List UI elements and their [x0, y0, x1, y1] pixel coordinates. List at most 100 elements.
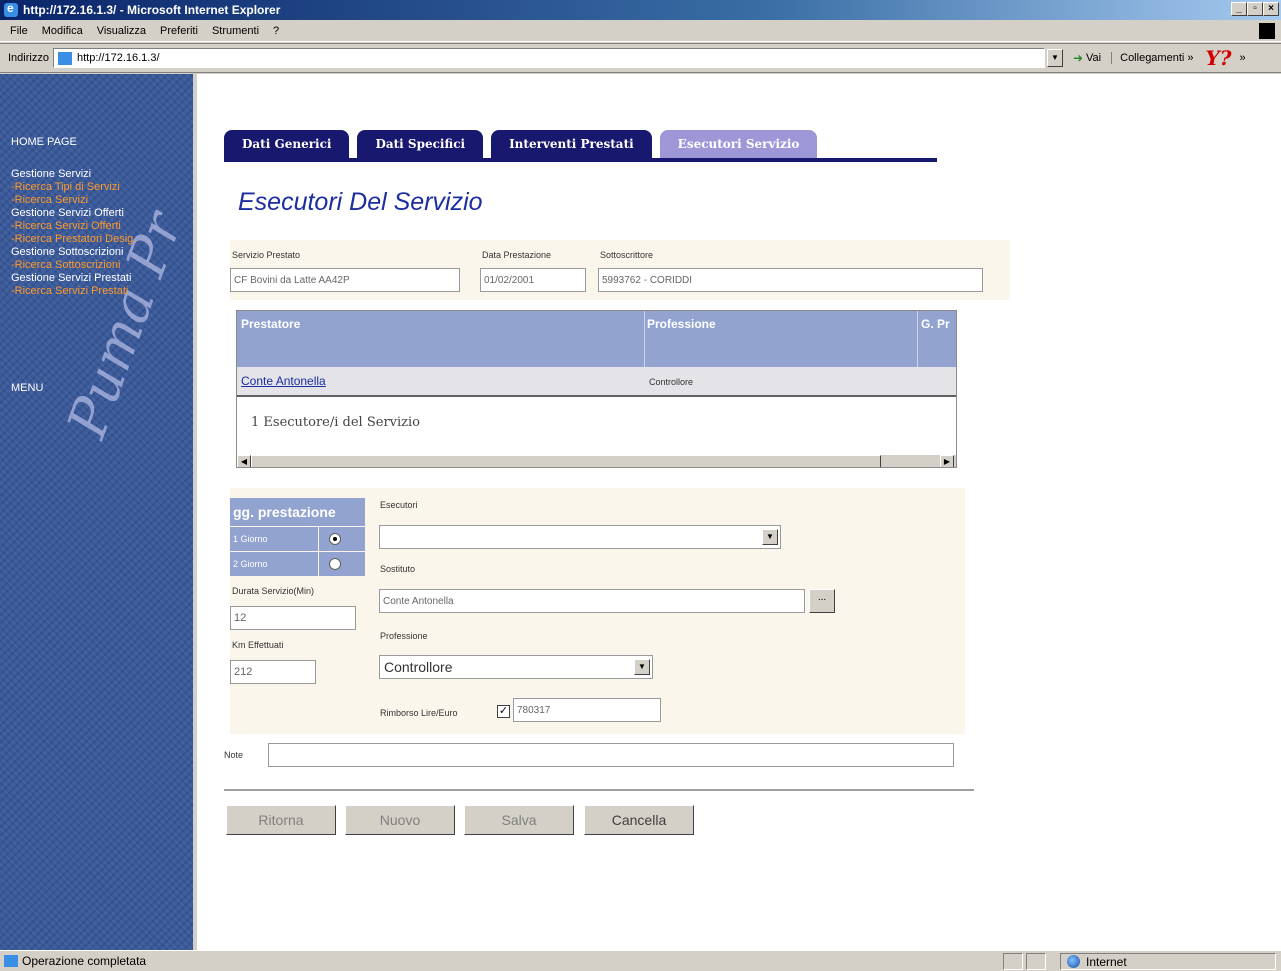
- security-zone: Internet: [1060, 953, 1276, 970]
- sidebar-nav: Gestione Servizi -Ricerca Tipi di Serviz…: [11, 168, 193, 298]
- sostituto-browse-button[interactable]: ...: [809, 589, 835, 613]
- address-url: http://172.16.1.3/: [76, 52, 160, 64]
- tab-interventi-prestati[interactable]: Interventi Prestati: [491, 130, 652, 158]
- status-text-area: Operazione completata: [4, 954, 146, 968]
- scroll-right-icon[interactable]: ▶: [940, 455, 954, 467]
- scroll-thumb[interactable]: [251, 455, 881, 467]
- esecutori-grid: Prestatore Professione G. Pr Conte Anton…: [236, 310, 957, 468]
- sottoscrittore-label: Sottoscrittore: [600, 250, 654, 260]
- page-done-icon: [4, 955, 18, 967]
- sidebar-item-ricerca-tipi-servizi[interactable]: -Ricerca Tipi di Servizi: [11, 181, 193, 194]
- tab-bar: Dati Generici Dati Specifici Interventi …: [224, 130, 825, 158]
- status-bar: Operazione completata Internet: [0, 950, 1281, 971]
- gg-radio-2-cell: [319, 552, 365, 576]
- address-label: Indirizzo: [8, 52, 49, 64]
- note-label: Note: [224, 750, 244, 760]
- tab-dati-specifici[interactable]: Dati Specifici: [357, 130, 484, 158]
- gg-option-2-cell: 2 Giorno: [230, 552, 318, 576]
- menu-preferiti[interactable]: Preferiti: [160, 25, 198, 37]
- esecutori-dropdown-icon[interactable]: ▼: [762, 529, 778, 545]
- ritorna-button[interactable]: Ritorna: [226, 805, 336, 835]
- gg-radio-1-cell: [319, 527, 365, 551]
- professione-label: Professione: [380, 631, 428, 641]
- menu-visualizza[interactable]: Visualizza: [97, 25, 146, 37]
- sidebar-item-ricerca-prestatori[interactable]: -Ricerca Prestatori Desig.: [11, 233, 193, 246]
- sottoscrittore-field[interactable]: 5993762 - CORIDDI: [598, 268, 983, 292]
- gg-option-2-label: 2 Giorno: [233, 559, 268, 569]
- km-label: Km Effettuati: [232, 640, 284, 650]
- title-bar: http://172.16.1.3/ - Microsoft Internet …: [0, 0, 1281, 20]
- minimize-button[interactable]: _: [1231, 2, 1247, 16]
- go-arrow-icon: ➜: [1072, 51, 1084, 65]
- salva-button[interactable]: Salva: [464, 805, 574, 835]
- content-area: Dati Generici Dati Specifici Interventi …: [197, 74, 1281, 950]
- yahoo-icon[interactable]: Y?: [1206, 46, 1232, 70]
- rimborso-field[interactable]: 780317: [513, 698, 661, 722]
- tab-esecutori-servizio[interactable]: Esecutori Servizio: [659, 130, 818, 158]
- gg-option-2-radio[interactable]: [329, 558, 341, 570]
- sidebar-item-gestione-sottoscrizioni[interactable]: Gestione Sottoscrizioni: [11, 246, 193, 259]
- maximize-button[interactable]: ▫: [1247, 2, 1263, 16]
- sidebar-item-gestione-servizi[interactable]: Gestione Servizi: [11, 168, 193, 181]
- rimborso-checkbox[interactable]: ✓: [497, 705, 510, 718]
- sidebar-item-gestione-servizi-offerti[interactable]: Gestione Servizi Offerti: [11, 207, 193, 220]
- column-divider: [917, 311, 918, 367]
- sidebar-item-ricerca-servizi-offerti[interactable]: -Ricerca Servizi Offerti: [11, 220, 193, 233]
- note-field[interactable]: [268, 743, 954, 767]
- column-professione[interactable]: Professione: [647, 317, 716, 331]
- close-button[interactable]: ×: [1263, 2, 1279, 16]
- address-input[interactable]: http://172.16.1.3/: [52, 48, 1045, 68]
- grid-header-filler: [237, 339, 956, 367]
- menu-file[interactable]: File: [10, 25, 28, 37]
- menu-modifica[interactable]: Modifica: [42, 25, 83, 37]
- globe-icon: [1067, 955, 1080, 968]
- servizio-field[interactable]: CF Bovini da Latte AA42P: [230, 268, 460, 292]
- divider: [224, 789, 974, 791]
- sidebar-item-ricerca-sottoscrizioni[interactable]: -Ricerca Sottoscrizioni: [11, 259, 193, 272]
- cancella-button[interactable]: Cancella: [584, 805, 694, 835]
- sidebar-item-gestione-servizi-prestati[interactable]: Gestione Servizi Prestati: [11, 272, 193, 285]
- zone-label: Internet: [1086, 954, 1127, 969]
- address-bar: Indirizzo http://172.16.1.3/ ▼ ➜ Vai Col…: [0, 43, 1281, 73]
- column-divider: [644, 311, 645, 367]
- gg-option-1-radio[interactable]: [329, 533, 341, 545]
- nuovo-button[interactable]: Nuovo: [345, 805, 455, 835]
- menu-strumenti[interactable]: Strumenti: [212, 25, 259, 37]
- browser-window: http://172.16.1.3/ - Microsoft Internet …: [0, 0, 1281, 971]
- column-prestatore[interactable]: Prestatore: [241, 317, 300, 331]
- links-button[interactable]: Collegamenti »: [1111, 52, 1194, 64]
- address-dropdown-icon[interactable]: ▼: [1046, 49, 1063, 67]
- menu-bar: File Modifica Visualizza Preferiti Strum…: [0, 20, 1281, 42]
- sostituto-field[interactable]: Conte Antonella: [379, 589, 805, 613]
- data-field[interactable]: 01/02/2001: [480, 268, 586, 292]
- tab-dati-generici[interactable]: Dati Generici: [224, 130, 350, 158]
- km-field[interactable]: 212: [230, 660, 316, 684]
- esecutori-select[interactable]: ▼: [379, 525, 781, 549]
- column-g-pr[interactable]: G. Pr: [921, 317, 950, 331]
- more-chevron-icon[interactable]: »: [1240, 52, 1246, 64]
- row-prestatore-link[interactable]: Conte Antonella: [241, 374, 326, 388]
- horizontal-scrollbar[interactable]: ◀ ▶: [237, 454, 956, 467]
- sidebar-menu-label[interactable]: MENU: [11, 382, 43, 394]
- grid-record-count: 1 Esecutore/i del Servizio: [251, 415, 420, 430]
- professione-dropdown-icon[interactable]: ▼: [634, 659, 650, 675]
- servizio-label: Servizio Prestato: [232, 250, 301, 260]
- sidebar-item-ricerca-servizi-prestati[interactable]: -Ricerca Servizi Prestati: [11, 285, 193, 298]
- go-button[interactable]: ➜ Vai: [1073, 51, 1101, 65]
- scroll-left-icon[interactable]: ◀: [237, 455, 251, 467]
- professione-select[interactable]: Controllore ▼: [379, 655, 653, 679]
- status-pane: [1003, 953, 1023, 970]
- data-label: Data Prestazione: [482, 250, 552, 260]
- sidebar-home-link[interactable]: HOME PAGE: [11, 136, 77, 148]
- page-title: Esecutori Del Servizio: [238, 188, 483, 216]
- table-row[interactable]: Conte Antonella Controllore: [237, 367, 956, 397]
- windows-logo-icon: [1259, 23, 1275, 39]
- window-title: http://172.16.1.3/ - Microsoft Internet …: [23, 3, 281, 17]
- sidebar-item-ricerca-servizi[interactable]: -Ricerca Servizi: [11, 194, 193, 207]
- durata-field[interactable]: 12: [230, 606, 356, 630]
- gg-option-1-cell: 1 Giorno: [230, 527, 318, 551]
- links-label: Collegamenti: [1120, 52, 1185, 64]
- gg-prestazione-header: gg. prestazione: [230, 498, 365, 526]
- sidebar: Puma Pr HOME PAGE Gestione Servizi -Rice…: [0, 74, 195, 950]
- menu-help[interactable]: ?: [273, 25, 279, 37]
